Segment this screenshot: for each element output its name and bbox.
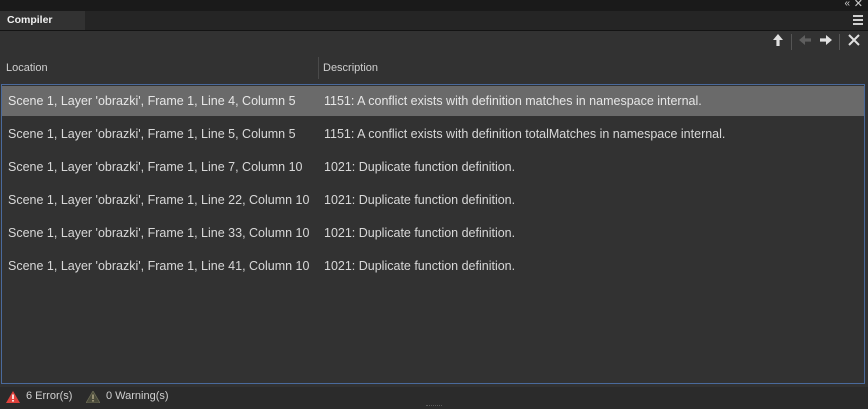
warning-triangle-icon xyxy=(85,390,101,406)
hamburger-menu-icon[interactable] xyxy=(853,15,863,25)
tab-bar: Compiler Errors xyxy=(0,11,868,45)
error-list[interactable]: Scene 1, Layer 'obrazki', Frame 1, Line … xyxy=(1,84,865,384)
row-location: Scene 1, Layer 'obrazki', Frame 1, Line … xyxy=(8,259,310,273)
table-row[interactable]: Scene 1, Layer 'obrazki', Frame 1, Line … xyxy=(2,119,864,149)
column-header-description[interactable]: Description xyxy=(323,55,378,81)
arrow-up-icon[interactable] xyxy=(768,33,788,51)
arrow-left-icon[interactable] xyxy=(795,33,815,51)
toolbar-divider xyxy=(839,34,840,50)
table-row[interactable]: Scene 1, Layer 'obrazki', Frame 1, Line … xyxy=(2,185,864,215)
row-description: 1021: Duplicate function definition. xyxy=(324,226,516,240)
toolbar-divider xyxy=(791,34,792,50)
error-count: 6 Error(s) xyxy=(26,390,73,402)
column-header-location[interactable]: Location xyxy=(6,55,48,81)
compiler-errors-panel: Location Description Scene 1, Layer 'obr… xyxy=(0,31,868,387)
row-location: Scene 1, Layer 'obrazki', Frame 1, Line … xyxy=(8,127,296,141)
row-location: Scene 1, Layer 'obrazki', Frame 1, Line … xyxy=(8,193,310,207)
row-description: 1021: Duplicate function definition. xyxy=(324,160,516,174)
row-description: 1021: Duplicate function definition. xyxy=(324,193,516,207)
row-description: 1151: A conflict exists with definition … xyxy=(324,94,702,108)
error-triangle-icon xyxy=(6,391,20,406)
row-description: 1021: Duplicate function definition. xyxy=(324,259,516,273)
table-row[interactable]: Scene 1, Layer 'obrazki', Frame 1, Line … xyxy=(2,218,864,248)
toolbar xyxy=(0,31,868,53)
resize-grip[interactable] xyxy=(426,405,442,409)
row-description: 1151: A conflict exists with definition … xyxy=(324,127,726,141)
table-row[interactable]: Scene 1, Layer 'obrazki', Frame 1, Line … xyxy=(2,86,864,116)
status-bar: 6 Error(s) 0 Warning(s) xyxy=(0,387,868,409)
close-icon[interactable] xyxy=(844,33,864,51)
panel-title-strip: « ✕ xyxy=(0,0,868,11)
table-row[interactable]: Scene 1, Layer 'obrazki', Frame 1, Line … xyxy=(2,251,864,281)
column-header: Location Description xyxy=(0,55,858,81)
close-icon[interactable]: ✕ xyxy=(854,0,863,10)
tab-compiler-errors[interactable]: Compiler Errors xyxy=(0,11,85,45)
column-divider[interactable] xyxy=(318,57,319,79)
row-location: Scene 1, Layer 'obrazki', Frame 1, Line … xyxy=(8,94,296,108)
warning-count: 0 Warning(s) xyxy=(106,390,169,402)
arrow-right-icon[interactable] xyxy=(816,33,836,51)
double-chevron-left-icon[interactable]: « xyxy=(844,0,850,10)
table-row[interactable]: Scene 1, Layer 'obrazki', Frame 1, Line … xyxy=(2,152,864,182)
row-location: Scene 1, Layer 'obrazki', Frame 1, Line … xyxy=(8,160,303,174)
row-location: Scene 1, Layer 'obrazki', Frame 1, Line … xyxy=(8,226,310,240)
